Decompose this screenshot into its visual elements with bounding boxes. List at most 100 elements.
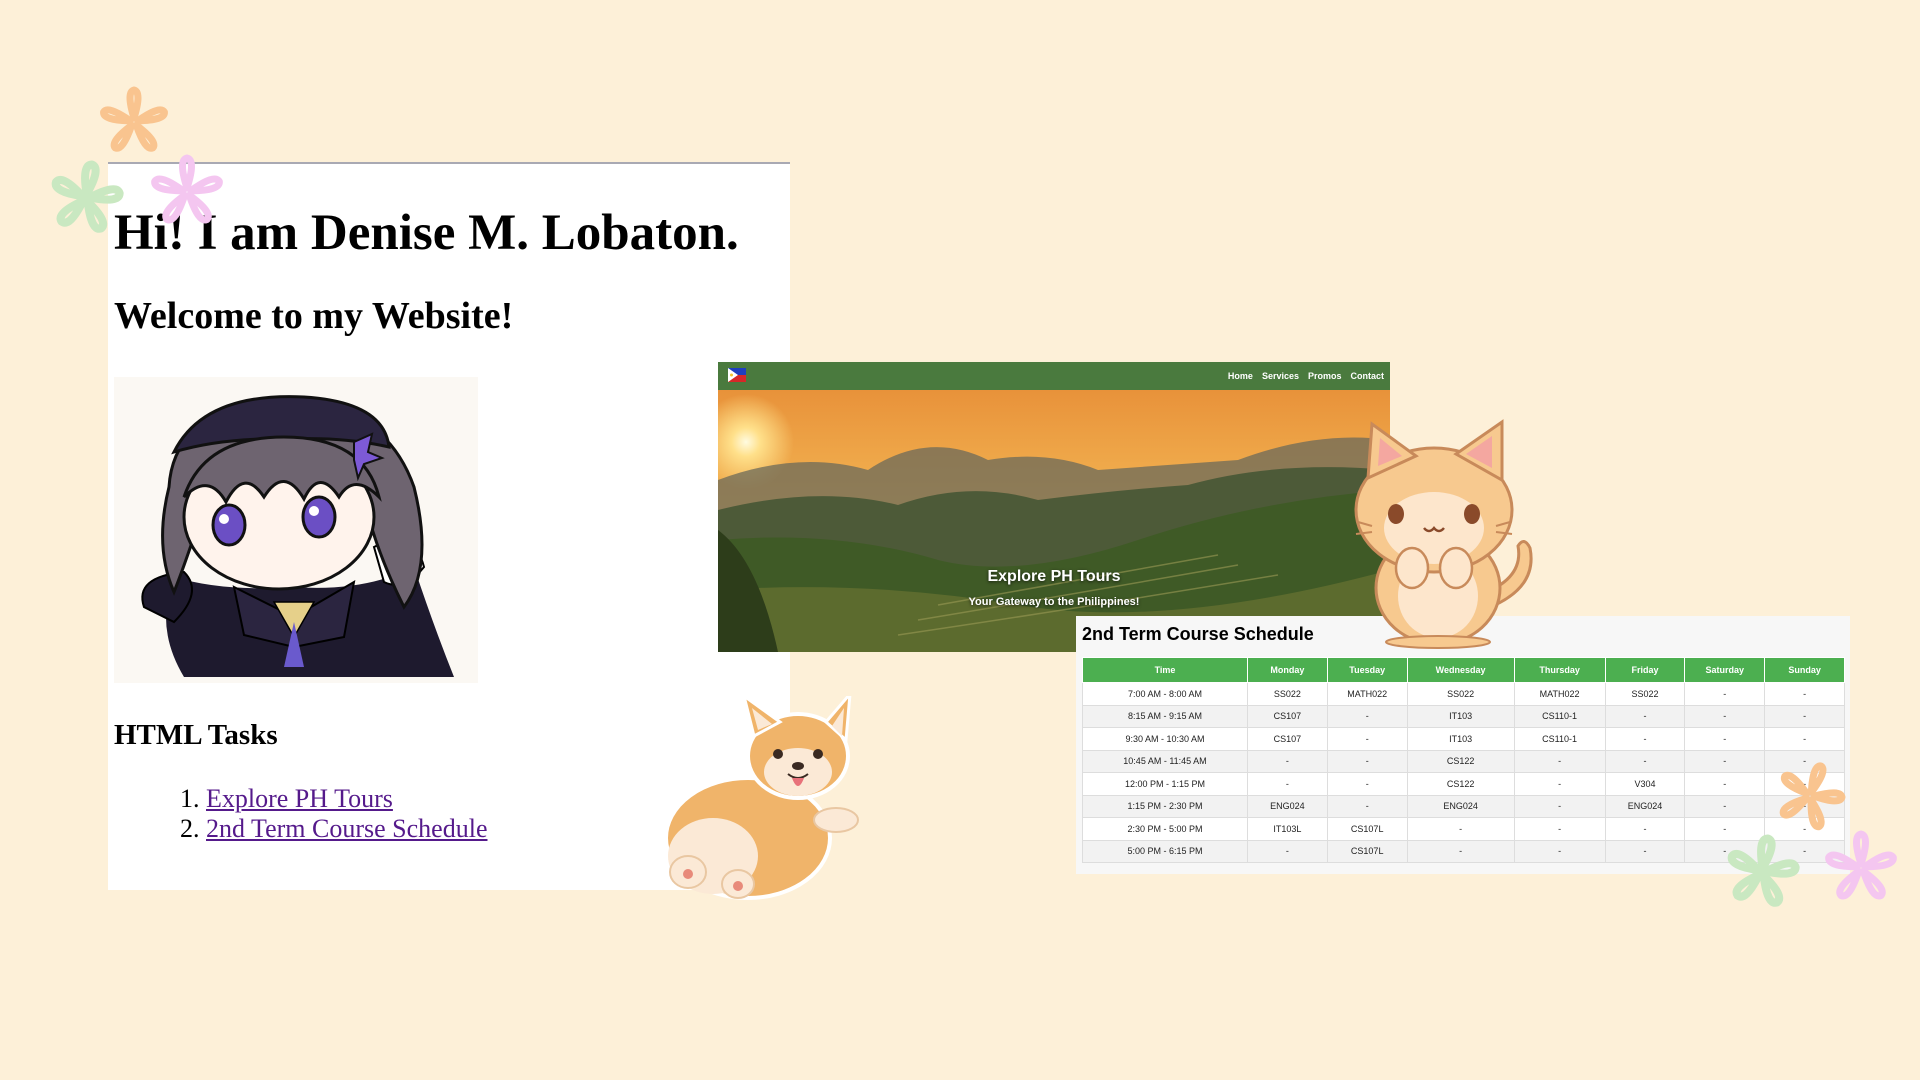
nav-contact[interactable]: Contact [1351, 371, 1385, 381]
course-cell: - [1513, 749, 1606, 773]
flower-icon [1779, 762, 1846, 831]
column-header: Saturday [1684, 657, 1766, 683]
course-cell: - [1764, 682, 1845, 706]
course-cell: - [1764, 727, 1845, 751]
course-cell: - [1326, 772, 1408, 796]
navbar: Home Services Promos Contact [718, 362, 1390, 390]
tasks-heading: HTML Tasks [114, 719, 278, 751]
course-cell: SS022 [1247, 682, 1328, 706]
course-cell: - [1406, 817, 1515, 841]
nav-promos[interactable]: Promos [1308, 371, 1342, 381]
course-cell: CS107 [1247, 704, 1328, 728]
task-item: 2. 2nd Term Course Schedule [180, 814, 487, 844]
nav-home[interactable]: Home [1228, 371, 1253, 381]
course-cell: - [1604, 704, 1686, 728]
hero-banner: Explore PH Tours Your Gateway to the Phi… [718, 390, 1390, 652]
course-cell: - [1604, 839, 1686, 863]
welcome-heading: Welcome to my Website! [114, 295, 514, 337]
table-row: 12:00 PM - 1:15 PM - - CS122- V304- - [1082, 772, 1845, 796]
course-cell: ENG024 [1604, 794, 1686, 818]
task-list: 1. Explore PH Tours 2. 2nd Term Course Sch… [180, 784, 487, 844]
course-cell: - [1684, 682, 1766, 706]
flower-icon [100, 86, 168, 152]
column-header: Monday [1247, 657, 1328, 683]
schedule-title: 2nd Term Course Schedule [1082, 624, 1314, 644]
course-cell: CS107L [1326, 817, 1408, 841]
course-cell: - [1326, 749, 1408, 773]
cat-sticker [1354, 419, 1533, 649]
task-item: 1. Explore PH Tours [180, 784, 487, 814]
course-cell: ENG024 [1247, 794, 1328, 818]
course-cell: - [1604, 817, 1686, 841]
column-header: Sunday [1764, 657, 1845, 683]
task-number: 2. [180, 814, 200, 843]
course-cell: - [1684, 704, 1766, 728]
course-cell: - [1684, 772, 1766, 796]
course-cell: ENG024 [1406, 794, 1515, 818]
course-cell: IT103 [1406, 727, 1515, 751]
time-cell: 7:00 AM - 8:00 AM [1082, 682, 1248, 706]
course-cell: - [1684, 727, 1766, 751]
course-cell: - [1513, 794, 1606, 818]
table-header-row: Time Monday Tuesday Wednesday Thursday F… [1082, 657, 1845, 683]
course-cell: - [1326, 704, 1408, 728]
time-cell: 9:30 AM - 10:30 AM [1082, 727, 1248, 751]
course-cell: - [1406, 839, 1515, 863]
nav-services[interactable]: Services [1262, 371, 1299, 381]
column-header: Thursday [1513, 657, 1606, 683]
anime-avatar-illustration [114, 377, 478, 683]
course-cell: CS107L [1326, 839, 1408, 863]
task-number: 1. [180, 784, 200, 813]
course-cell: - [1764, 704, 1845, 728]
course-cell: CS122 [1406, 772, 1515, 796]
time-cell: 12:00 PM - 1:15 PM [1082, 772, 1248, 796]
course-schedule-link[interactable]: 2nd Term Course Schedule [206, 814, 487, 843]
course-cell: - [1247, 749, 1328, 773]
course-cell: - [1326, 794, 1408, 818]
time-cell: 2:30 PM - 5:00 PM [1082, 817, 1248, 841]
course-cell: MATH022 [1513, 682, 1606, 706]
course-cell: CS122 [1406, 749, 1515, 773]
column-header: Tuesday [1326, 657, 1408, 683]
flower-icon [1825, 830, 1897, 900]
table-row: 7:00 AM - 8:00 AM SS022 MATH022 SS022 MATH02… [1082, 682, 1845, 706]
column-header: Friday [1604, 657, 1686, 683]
course-cell: SS022 [1604, 682, 1686, 706]
course-cell: - [1684, 749, 1766, 773]
course-cell: IT103L [1247, 817, 1328, 841]
column-header: Wednesday [1406, 657, 1515, 683]
course-cell: CS110-1 [1513, 727, 1606, 751]
flower-icon [1727, 834, 1800, 907]
course-cell: - [1247, 839, 1328, 863]
table-row: 1:15 PM - 2:30 PM ENG024- ENG024- ENG024- - [1082, 794, 1845, 818]
flower-icon [151, 154, 223, 224]
tours-site-screenshot: Explore PH Tours Your Gateway to the Phi… [718, 362, 1390, 652]
course-cell: CS107 [1247, 727, 1328, 751]
course-cell: - [1604, 749, 1686, 773]
hero-subtitle: Your Gateway to the Philippines! [968, 596, 1140, 608]
corgi-sticker [664, 696, 859, 900]
table-row: 10:45 AM - 11:45 AM - - CS122- - - - [1082, 749, 1845, 773]
course-cell: IT103 [1406, 704, 1515, 728]
time-cell: 10:45 AM - 11:45 AM [1082, 749, 1248, 773]
course-cell: MATH022 [1326, 682, 1408, 706]
hero-title: Explore PH Tours [987, 568, 1121, 585]
explore-ph-tours-link[interactable]: Explore PH Tours [206, 784, 393, 813]
flower-icon [51, 160, 124, 233]
course-cell: - [1513, 817, 1606, 841]
course-cell: - [1513, 839, 1606, 863]
table-row: 9:30 AM - 10:30 AM CS107- IT103 CS110-1- - - [1082, 727, 1845, 751]
table-row: 8:15 AM - 9:15 AM CS107- IT103 CS110-1- - - [1082, 704, 1845, 728]
course-cell: - [1513, 772, 1606, 796]
course-cell: V304 [1604, 772, 1686, 796]
time-cell: 5:00 PM - 6:15 PM [1082, 839, 1248, 863]
time-cell: 1:15 PM - 2:30 PM [1082, 794, 1248, 818]
ph-flag-icon[interactable] [728, 368, 746, 382]
course-cell: SS022 [1406, 682, 1515, 706]
course-cell: CS110-1 [1513, 704, 1606, 728]
course-cell: - [1604, 727, 1686, 751]
course-cell: - [1326, 727, 1408, 751]
column-header: Time [1082, 657, 1248, 683]
course-cell: - [1684, 794, 1766, 818]
time-cell: 8:15 AM - 9:15 AM [1082, 704, 1248, 728]
